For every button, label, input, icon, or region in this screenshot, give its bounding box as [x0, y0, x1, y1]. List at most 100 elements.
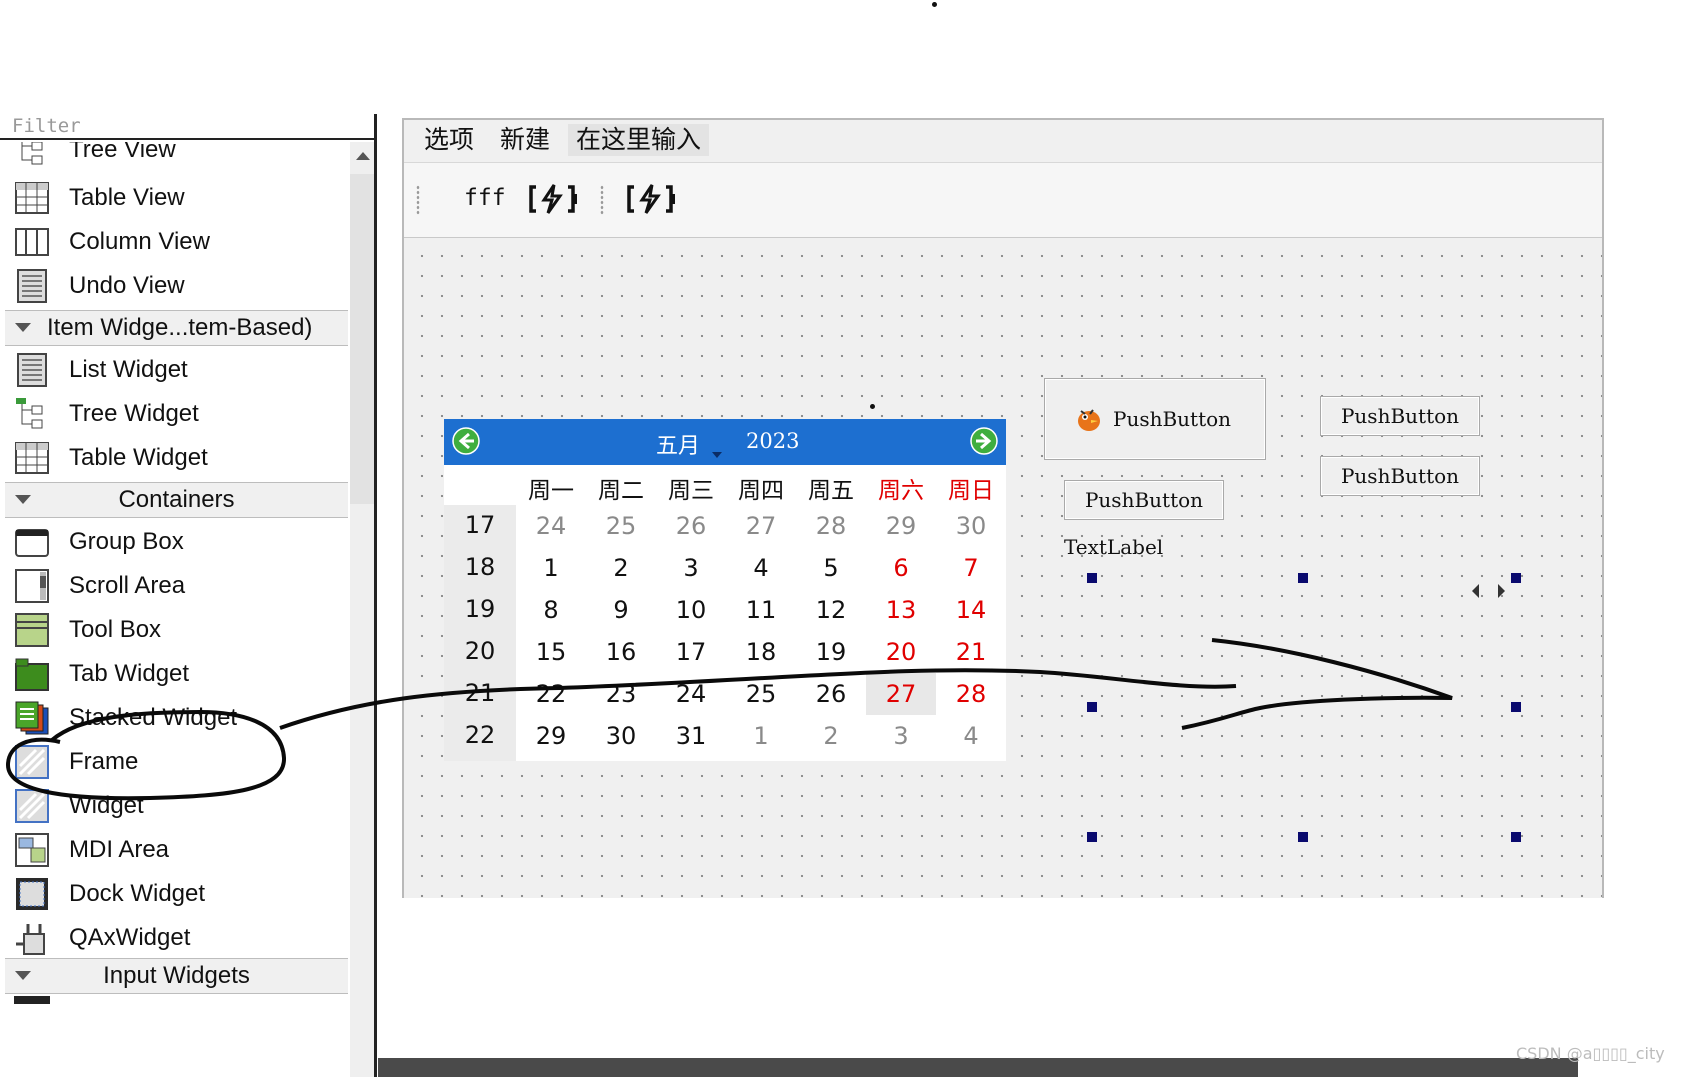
- category-containers[interactable]: Containers: [5, 482, 348, 518]
- calendar-day[interactable]: 28: [936, 673, 1006, 715]
- calendar-day[interactable]: 24: [656, 673, 726, 715]
- widget-item-column-view[interactable]: Column View: [0, 218, 348, 266]
- menu-type-here[interactable]: 在这里输入: [568, 124, 710, 156]
- scroll-up-arrow-icon[interactable]: [356, 152, 370, 160]
- next-month-arrow-icon[interactable]: [970, 427, 998, 455]
- calendar-day[interactable]: 26: [796, 673, 866, 715]
- battery-charging-icon[interactable]: [528, 181, 578, 217]
- frame-icon: [15, 745, 49, 779]
- calendar-day[interactable]: 27: [866, 673, 936, 715]
- calendar-day[interactable]: 1: [726, 715, 796, 757]
- calendar-day[interactable]: 26: [656, 505, 726, 547]
- scroll-thumb[interactable]: [350, 174, 374, 504]
- toolbar-grip[interactable]: [416, 185, 420, 215]
- calendar-day[interactable]: 14: [936, 589, 1006, 631]
- resize-handle[interactable]: [1511, 573, 1521, 583]
- prev-month-arrow-icon[interactable]: [452, 427, 480, 455]
- month-dropdown-icon[interactable]: [712, 452, 722, 458]
- calendar-day[interactable]: 23: [586, 673, 656, 715]
- calendar-day[interactable]: 3: [656, 547, 726, 589]
- calendar-day[interactable]: 15: [516, 631, 586, 673]
- calendar-day[interactable]: 29: [866, 505, 936, 547]
- calendar-day[interactable]: 11: [726, 589, 796, 631]
- push-button-2[interactable]: PushButton: [1064, 480, 1224, 520]
- calendar-day[interactable]: 3: [866, 715, 936, 757]
- calendar-day[interactable]: 30: [586, 715, 656, 757]
- list-widget-icon: [17, 353, 47, 387]
- calendar-day[interactable]: 31: [656, 715, 726, 757]
- calendar-day[interactable]: 9: [586, 589, 656, 631]
- calendar-day[interactable]: 28: [796, 505, 866, 547]
- widget-item-tree-view[interactable]: Tree View: [0, 142, 348, 174]
- calendar-day[interactable]: 12: [796, 589, 866, 631]
- widget-item-dock-widget[interactable]: Dock Widget: [0, 870, 348, 918]
- category-item-widgets[interactable]: Item Widge...tem-Based): [5, 310, 348, 346]
- calendar-day[interactable]: 27: [726, 505, 796, 547]
- calendar-day[interactable]: 17: [656, 631, 726, 673]
- widget-item-table-view[interactable]: Table View: [0, 174, 348, 222]
- menu-options[interactable]: 选项: [416, 124, 482, 156]
- widget-box-panel: Tree View Table View Column View Undo Vi…: [0, 114, 378, 1077]
- calendar-day[interactable]: 16: [586, 631, 656, 673]
- menu-new[interactable]: 新建: [492, 124, 558, 156]
- widget-list-scrollbar[interactable]: [350, 142, 374, 1077]
- resize-handle[interactable]: [1087, 573, 1097, 583]
- calendar-day[interactable]: 21: [936, 631, 1006, 673]
- widget-item-tool-box[interactable]: Tool Box: [0, 606, 348, 654]
- resize-handle[interactable]: [1298, 832, 1308, 842]
- calendar-day[interactable]: 2: [796, 715, 866, 757]
- push-button-4[interactable]: PushButton: [1320, 456, 1480, 496]
- filter-input[interactable]: [0, 114, 374, 140]
- calendar-day[interactable]: 6: [866, 547, 936, 589]
- resize-handle[interactable]: [1087, 832, 1097, 842]
- battery-charging-icon[interactable]: [626, 181, 676, 217]
- widget-item-tab-widget[interactable]: Tab Widget: [0, 650, 348, 698]
- widget-item-widget[interactable]: Widget: [0, 782, 348, 830]
- widget-item-scroll-area[interactable]: Scroll Area: [0, 562, 348, 610]
- widget-item-list-widget[interactable]: List Widget: [0, 346, 348, 394]
- page-next-arrow-icon[interactable]: [1498, 584, 1505, 598]
- calendar-day[interactable]: 13: [866, 589, 936, 631]
- widget-item-table-widget[interactable]: Table Widget: [0, 434, 348, 482]
- text-label[interactable]: TextLabel: [1064, 535, 1163, 559]
- resize-handle[interactable]: [1511, 702, 1521, 712]
- widget-item-stacked-widget[interactable]: Stacked Widget: [0, 694, 348, 742]
- calendar-year[interactable]: 2023: [746, 429, 799, 453]
- calendar-day[interactable]: 8: [516, 589, 586, 631]
- toolbar-grip[interactable]: [600, 185, 604, 215]
- push-button-with-icon[interactable]: PushButton: [1044, 378, 1266, 460]
- calendar-day[interactable]: 18: [726, 631, 796, 673]
- calendar-day[interactable]: 29: [516, 715, 586, 757]
- calendar-day[interactable]: 20: [866, 631, 936, 673]
- calendar-day[interactable]: 5: [796, 547, 866, 589]
- calendar-day-header: 周三: [668, 478, 714, 504]
- page-prev-arrow-icon[interactable]: [1472, 584, 1479, 598]
- calendar-day[interactable]: 25: [726, 673, 796, 715]
- calendar-day[interactable]: 1: [516, 547, 586, 589]
- widget-item-mdi-area[interactable]: MDI Area: [0, 826, 348, 874]
- widget-item-group-box[interactable]: Group Box: [0, 518, 348, 566]
- resize-handle[interactable]: [1298, 573, 1308, 583]
- resize-handle[interactable]: [1087, 702, 1097, 712]
- resize-handle[interactable]: [1511, 832, 1521, 842]
- calendar-day[interactable]: 10: [656, 589, 726, 631]
- widget-item-qaxwidget[interactable]: QAxWidget: [0, 914, 348, 962]
- toolbar-action-fff[interactable]: fff: [464, 185, 506, 211]
- calendar-day[interactable]: 19: [796, 631, 866, 673]
- widget-item-tree-widget[interactable]: Tree Widget: [0, 390, 348, 438]
- calendar-day[interactable]: 30: [936, 505, 1006, 547]
- calendar-day[interactable]: 7: [936, 547, 1006, 589]
- widget-item-undo-view[interactable]: Undo View: [0, 262, 348, 310]
- calendar-day[interactable]: 4: [726, 547, 796, 589]
- calendar-day[interactable]: 24: [516, 505, 586, 547]
- form-canvas[interactable]: 五月 2023 周一 周二 周三 周四 周五 周六 周日 17 18 19 20 21 22 24 25…: [404, 238, 1602, 898]
- widget-item-frame[interactable]: Frame: [0, 738, 348, 786]
- push-button-3[interactable]: PushButton: [1320, 396, 1480, 436]
- calendar-day[interactable]: 22: [516, 673, 586, 715]
- calendar-widget[interactable]: 五月 2023 周一 周二 周三 周四 周五 周六 周日 17 18 19 20 21 22 24 25…: [444, 419, 1006, 761]
- calendar-day[interactable]: 25: [586, 505, 656, 547]
- calendar-day[interactable]: 4: [936, 715, 1006, 757]
- calendar-day[interactable]: 2: [586, 547, 656, 589]
- calendar-month[interactable]: 五月: [656, 428, 700, 460]
- category-input-widgets[interactable]: Input Widgets: [5, 958, 348, 994]
